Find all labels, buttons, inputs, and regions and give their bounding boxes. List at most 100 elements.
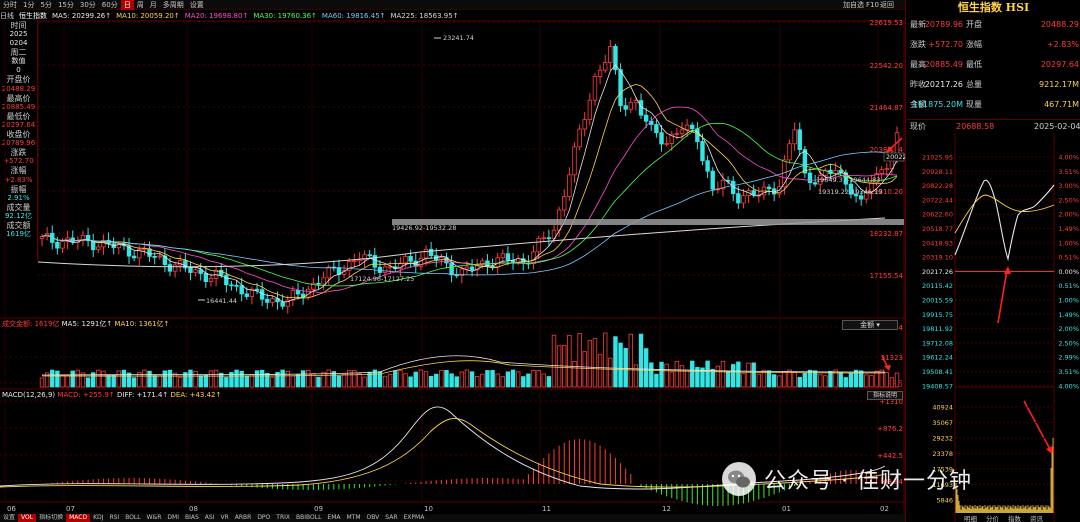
quote-row: 最高 20885.49 最低 20297.64 bbox=[906, 56, 1080, 73]
indicator-tab[interactable]: SAR bbox=[382, 514, 400, 522]
volume-bar bbox=[490, 370, 495, 388]
intraday-tab[interactable]: 明细 bbox=[964, 514, 978, 522]
volume-bar bbox=[403, 373, 408, 388]
candle-body bbox=[536, 237, 541, 253]
volume-bar bbox=[244, 375, 249, 388]
volume-bar bbox=[224, 377, 229, 388]
intraday-date: 2025-02-04 bbox=[1034, 122, 1080, 131]
intraday-price-tick: 19712.08 bbox=[922, 339, 953, 347]
indicator-tab[interactable]: DPO bbox=[254, 514, 273, 522]
volume-bar bbox=[178, 377, 183, 388]
candle-body bbox=[469, 266, 475, 271]
candle-body bbox=[787, 143, 792, 161]
intraday-pct-tick: 1.49% bbox=[1058, 311, 1079, 319]
indicator-tab[interactable]: W&R bbox=[144, 514, 165, 522]
indicator-tab[interactable]: RSI bbox=[106, 514, 122, 522]
candle-body bbox=[700, 141, 705, 162]
candle-body bbox=[239, 285, 244, 295]
indicator-tab[interactable]: BOLL bbox=[122, 514, 143, 522]
volume-bar bbox=[495, 373, 500, 388]
intraday-pct-tick: 2.50% bbox=[1058, 196, 1079, 204]
volume-bar bbox=[162, 370, 168, 388]
intraday-pct-tick: 1.00% bbox=[1058, 297, 1079, 305]
volume-bar bbox=[802, 372, 808, 388]
candle-body bbox=[659, 132, 664, 145]
volume-bar bbox=[172, 372, 178, 388]
candle-body bbox=[859, 195, 864, 200]
candle-body bbox=[244, 293, 249, 297]
intraday-price-tick: 21025.95 bbox=[922, 154, 953, 162]
volume-bar bbox=[828, 370, 833, 388]
indicator-tab[interactable]: 指标切换 bbox=[36, 514, 66, 522]
candle-body bbox=[741, 195, 746, 204]
volume-bar bbox=[751, 362, 756, 388]
main-chart-area[interactable]: 23619.5322542.2021464.8720387.5419310.20… bbox=[0, 0, 905, 514]
indicator-tab[interactable]: ASI bbox=[202, 514, 218, 522]
candle-body bbox=[597, 69, 603, 77]
candle-body bbox=[316, 282, 321, 285]
wechat-icon bbox=[722, 462, 756, 496]
indicator-tab[interactable]: VR bbox=[217, 514, 231, 522]
volume-bar bbox=[418, 369, 424, 388]
volume-bar bbox=[592, 338, 598, 388]
indicator-tab[interactable]: DMI bbox=[164, 514, 182, 522]
intraday-price-tick: 19508.41 bbox=[922, 368, 953, 376]
x-axis-label: 11 bbox=[542, 505, 551, 513]
volume-bar bbox=[428, 375, 434, 388]
intraday-tab[interactable]: 分价 bbox=[986, 514, 1000, 522]
volume-bar bbox=[101, 370, 106, 388]
indicator-tab[interactable]: BBIBOLL bbox=[293, 514, 324, 522]
volume-bar bbox=[792, 372, 797, 388]
quote-l2: 最低 bbox=[966, 60, 982, 69]
volume-bar bbox=[684, 369, 690, 388]
intraday-price-tick: 20822.28 bbox=[922, 182, 953, 190]
indicator-tab[interactable]: TRIX bbox=[273, 514, 293, 522]
candle-body bbox=[39, 236, 45, 239]
volume-bar bbox=[454, 376, 459, 388]
macd-dea: DEA: +43.42↑ bbox=[170, 391, 222, 399]
indicator-tab[interactable]: VOL bbox=[18, 514, 37, 522]
volume-bar bbox=[633, 364, 639, 388]
candle-body bbox=[695, 128, 700, 142]
candle-body bbox=[172, 264, 178, 272]
volume-bar bbox=[387, 373, 393, 388]
indicator-tab[interactable]: MACD bbox=[66, 514, 91, 522]
volume-bar bbox=[444, 370, 449, 388]
quote-row: 涨跌 +572.70 涨幅 +2.83% bbox=[906, 36, 1080, 53]
indicator-tab[interactable]: OBV bbox=[364, 514, 383, 522]
indicator-tab[interactable]: BIAS bbox=[182, 514, 202, 522]
candle-body bbox=[96, 246, 101, 251]
candle-body bbox=[751, 190, 756, 196]
volume-bar bbox=[521, 376, 526, 388]
volume-bar bbox=[669, 371, 674, 388]
indicator-tab[interactable]: EMA bbox=[324, 514, 343, 522]
volume-bars bbox=[39, 332, 900, 388]
chart-annotation: 19426.92-19532.28 bbox=[392, 224, 456, 232]
candle-body bbox=[628, 102, 633, 110]
candle-body bbox=[664, 143, 669, 145]
volume-bar bbox=[234, 369, 239, 388]
volume-bar bbox=[515, 371, 521, 388]
volume-type-value: 金额 bbox=[860, 321, 875, 329]
indicator-help-button[interactable]: 指标说明 bbox=[867, 391, 903, 400]
intraday-pct-tick: 2.00% bbox=[1058, 211, 1079, 219]
intraday-tab[interactable]: 资讯 bbox=[1030, 514, 1044, 522]
intraday-price-tick: 20015.59 bbox=[922, 297, 953, 305]
volume-bar bbox=[203, 374, 209, 388]
indicator-tab[interactable]: KDJ bbox=[90, 514, 106, 522]
indicator-tab[interactable]: ARBR bbox=[232, 514, 255, 522]
indicator-tab[interactable]: EXPMA bbox=[401, 514, 428, 522]
intraday-price-tick: 19408.57 bbox=[922, 382, 953, 390]
indicator-tab[interactable]: MTM bbox=[344, 514, 364, 522]
indicator-tab[interactable]: 设置 bbox=[0, 514, 18, 522]
volume-bar bbox=[823, 375, 828, 388]
volume-bar bbox=[771, 374, 777, 388]
intraday-tab[interactable]: 指数 bbox=[1008, 514, 1022, 522]
intraday-pct-tick: 2.50% bbox=[1058, 339, 1079, 347]
candle-body bbox=[884, 168, 889, 171]
volume-bar bbox=[111, 374, 116, 388]
volume-type-select[interactable]: 金额 ▾ bbox=[842, 320, 898, 330]
volume-bar bbox=[464, 369, 470, 388]
volume-ma10-label: MA10: 1361亿↑ bbox=[114, 320, 170, 328]
volume-bar bbox=[336, 375, 342, 388]
